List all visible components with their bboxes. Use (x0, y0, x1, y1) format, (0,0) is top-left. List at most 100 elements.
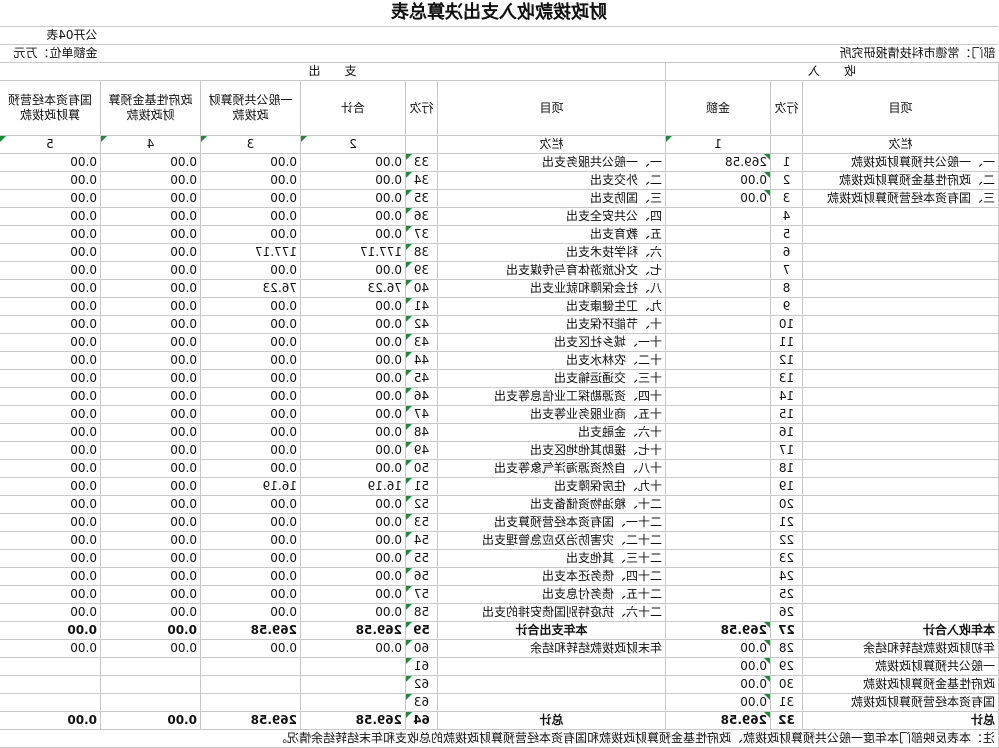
amount-cell[interactable] (665, 369, 771, 388)
state-cell[interactable]: 0.00 (0, 639, 101, 658)
income-item-cell[interactable] (802, 387, 999, 406)
line2-cell[interactable]: 38 (405, 243, 438, 262)
line-cell[interactable]: 5 (770, 225, 803, 244)
state-cell[interactable]: 0.00 (0, 315, 101, 334)
fund-cell[interactable]: 0.00 (100, 333, 201, 352)
line2-cell[interactable]: 54 (405, 531, 438, 550)
fund-cell[interactable]: 0.00 (100, 639, 201, 658)
total-cell[interactable]: 0.00 (300, 441, 406, 460)
total-cell[interactable]: 177.17 (300, 243, 406, 262)
income-item-cell[interactable] (802, 243, 999, 262)
state-cell[interactable]: 0.00 (0, 567, 101, 586)
fund-cell[interactable]: 0.00 (100, 297, 201, 316)
total-cell[interactable]: 76.23 (300, 279, 406, 298)
state-cell[interactable]: 0.00 (0, 261, 101, 280)
income-item-cell[interactable] (802, 567, 999, 586)
fund-cell[interactable]: 0.00 (100, 495, 201, 514)
general-cell[interactable]: 0.00 (200, 423, 301, 442)
expense-item-cell[interactable]: 十一、城乡社区支出 (437, 333, 666, 352)
expense-item-cell[interactable]: 九、卫生健康支出 (437, 297, 666, 316)
expense-item-cell[interactable]: 二十二、灾害防治及应急管理支出 (437, 531, 666, 550)
total-cell[interactable]: 0.00 (300, 369, 406, 388)
general-cell[interactable]: 0.00 (200, 225, 301, 244)
income-item-cell[interactable] (802, 369, 999, 388)
income-item-cell[interactable]: 年初财政拨款结转和结余 (802, 639, 999, 658)
fund-cell[interactable]: 0.00 (100, 567, 201, 586)
amount-cell[interactable] (665, 279, 771, 298)
total-cell[interactable]: 0.00 (300, 225, 406, 244)
total-cell[interactable]: 16.19 (300, 477, 406, 496)
expense-item-cell[interactable]: 年末财政拨款结转和结余 (437, 639, 666, 658)
income-item-cell[interactable] (802, 495, 999, 514)
state-cell[interactable]: 0.00 (0, 549, 101, 568)
amount-cell[interactable] (665, 531, 771, 550)
total-cell[interactable] (300, 693, 406, 712)
line-cell[interactable]: 15 (770, 405, 803, 424)
state-cell[interactable]: 0.00 (0, 225, 101, 244)
line-cell[interactable]: 22 (770, 531, 803, 550)
amount-cell[interactable] (665, 567, 771, 586)
line-cell[interactable]: 6 (770, 243, 803, 262)
total-cell[interactable]: 0.00 (300, 639, 406, 658)
state-cell[interactable]: 0.00 (0, 405, 101, 424)
line2-cell[interactable]: 35 (405, 189, 438, 208)
total-cell[interactable]: 0.00 (300, 333, 406, 352)
general-cell[interactable]: 0.00 (200, 207, 301, 226)
general-cell[interactable]: 0.00 (200, 639, 301, 658)
line2-cell[interactable]: 64 (405, 711, 438, 730)
amount-cell[interactable] (665, 387, 771, 406)
fund-cell[interactable]: 0.00 (100, 153, 201, 172)
expense-item-cell[interactable]: 十七、援助其他地区支出 (437, 441, 666, 460)
total-cell[interactable]: 0.00 (300, 549, 406, 568)
total-cell[interactable]: 0.00 (300, 405, 406, 424)
general-cell[interactable]: 0.00 (200, 513, 301, 532)
total-cell[interactable]: 269.58 (300, 711, 406, 730)
state-cell[interactable]: 0.00 (0, 333, 101, 352)
income-item-cell[interactable] (802, 333, 999, 352)
general-cell[interactable]: 16.19 (200, 477, 301, 496)
income-item-cell[interactable] (802, 531, 999, 550)
amount-cell[interactable] (665, 603, 771, 622)
total-cell[interactable]: 0.00 (300, 585, 406, 604)
expense-item-cell[interactable]: 十六、金融支出 (437, 423, 666, 442)
income-item-cell[interactable]: 一般公共预算财政拨款 (802, 657, 999, 676)
fund-cell[interactable]: 0.00 (100, 171, 201, 190)
amount-cell[interactable] (665, 459, 771, 478)
total-cell[interactable]: 269.58 (300, 621, 406, 640)
line2-cell[interactable]: 49 (405, 441, 438, 460)
line-cell[interactable]: 1 (770, 153, 803, 172)
line2-cell[interactable]: 63 (405, 693, 438, 712)
state-cell[interactable]: 0.00 (0, 477, 101, 496)
general-cell[interactable]: 0.00 (200, 297, 301, 316)
expense-item-cell[interactable]: 二十、粮油物资储备支出 (437, 495, 666, 514)
expense-item-cell[interactable]: 十五、商业服务业等支出 (437, 405, 666, 424)
line-cell[interactable]: 24 (770, 567, 803, 586)
fund-cell[interactable]: 0.00 (100, 549, 201, 568)
state-cell[interactable]: 0.00 (0, 171, 101, 190)
income-item-cell[interactable]: 政府性基金预算财政拨款 (802, 675, 999, 694)
expense-item-cell[interactable]: 二十五、债务付息支出 (437, 585, 666, 604)
income-item-cell[interactable] (802, 423, 999, 442)
line2-cell[interactable]: 53 (405, 513, 438, 532)
line2-cell[interactable]: 41 (405, 297, 438, 316)
state-cell[interactable]: 0.00 (0, 297, 101, 316)
expense-item-cell[interactable]: 二十四、债务还本支出 (437, 567, 666, 586)
income-item-cell[interactable] (802, 603, 999, 622)
amount-cell[interactable]: 269.58 (665, 153, 771, 172)
state-cell[interactable]: 0.00 (0, 243, 101, 262)
line-cell[interactable]: 3 (770, 189, 803, 208)
amount-cell[interactable] (665, 315, 771, 334)
fund-cell[interactable]: 0.00 (100, 459, 201, 478)
fund-cell[interactable]: 0.00 (100, 369, 201, 388)
line2-cell[interactable]: 37 (405, 225, 438, 244)
line-cell[interactable]: 16 (770, 423, 803, 442)
general-cell[interactable]: 0.00 (200, 549, 301, 568)
amount-cell[interactable] (665, 261, 771, 280)
expense-item-cell[interactable]: 本年支出合计 (437, 621, 666, 640)
expense-item-cell[interactable]: 六、科学技术支出 (437, 243, 666, 262)
amount-cell[interactable] (665, 441, 771, 460)
line2-cell[interactable]: 34 (405, 171, 438, 190)
state-cell[interactable]: 0.00 (0, 459, 101, 478)
income-item-cell[interactable] (802, 441, 999, 460)
fund-cell[interactable]: 0.00 (100, 351, 201, 370)
